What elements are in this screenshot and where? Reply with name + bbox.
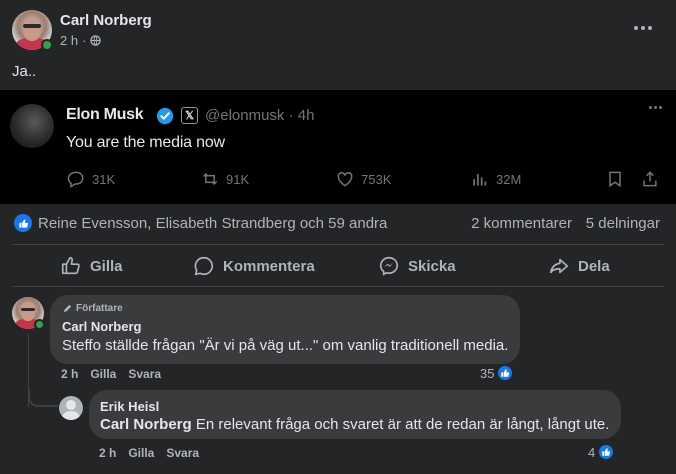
share-count[interactable]: 5 delningar	[586, 215, 660, 232]
bookmark-icon	[609, 171, 621, 188]
thumbs-up-icon	[61, 256, 80, 275]
share-upload-icon	[643, 171, 657, 187]
reply-icon	[67, 171, 84, 188]
tweet-avatar	[10, 104, 54, 148]
tweet-stats: 31K 91K 753K 32M	[66, 169, 660, 191]
like-button[interactable]: Gilla	[60, 248, 123, 284]
author-tag: Författare	[62, 303, 123, 314]
post-actions: Gilla Kommentera Skicka Dela	[12, 248, 664, 284]
share-arrow-icon	[549, 258, 569, 274]
views-chart-icon	[473, 174, 487, 186]
tweet-bookmark	[605, 169, 625, 189]
divider	[12, 244, 664, 245]
meta-separator: ·	[82, 33, 87, 48]
reply-like-link[interactable]: Gilla	[128, 446, 154, 460]
shared-tweet-image[interactable]: Elon Musk 𝕏 @elonmusk · 4h You are the m…	[0, 90, 676, 204]
like-reaction-icon	[496, 364, 515, 382]
reply-like-count[interactable]: 4	[588, 443, 616, 461]
comment-button[interactable]: Kommentera	[193, 248, 315, 284]
pen-icon	[63, 304, 72, 313]
messenger-icon	[379, 256, 399, 276]
tweet-more-icon	[649, 106, 662, 109]
post-meta: 2 h ·	[60, 33, 102, 48]
like-reaction-icon[interactable]	[14, 214, 32, 232]
reply-reply-link[interactable]: Svara	[166, 446, 199, 460]
globe-icon	[90, 35, 102, 46]
reply-meta: 2 h Gilla Svara	[99, 446, 199, 460]
more-options-icon[interactable]	[632, 18, 654, 38]
x-badge-icon: 𝕏	[181, 107, 198, 124]
comment-online-dot	[34, 319, 45, 330]
comment-icon	[194, 256, 213, 276]
reactions-summary: Reine Evensson, Elisabeth Strandberg och…	[14, 213, 660, 235]
comment-author-name[interactable]: Carl Norberg	[62, 319, 141, 334]
tweet-text: You are the media now	[66, 134, 225, 151]
tweet-reposts: 91K	[200, 169, 249, 189]
repost-icon	[202, 172, 218, 186]
reply-bubble: Erik Heisl Carl Norberg En relevant fråg…	[89, 390, 621, 439]
heart-icon	[337, 171, 353, 187]
reaction-names[interactable]: Reine Evensson, Elisabeth Strandberg och…	[38, 215, 387, 232]
post-text: Ja..	[12, 63, 37, 80]
divider	[12, 286, 664, 287]
comment-reply-link[interactable]: Svara	[128, 367, 161, 381]
reply-time[interactable]: 2 h	[99, 446, 116, 460]
online-status-dot	[41, 39, 53, 51]
tweet-replies: 31K	[66, 169, 115, 189]
like-reaction-icon	[597, 443, 616, 461]
comment-count[interactable]: 2 kommentarer	[471, 215, 572, 232]
reply-mention[interactable]: Carl Norberg	[100, 416, 192, 433]
post-time[interactable]: 2 h	[60, 33, 78, 48]
share-button[interactable]: Dela	[548, 248, 610, 284]
tweet-handle: @elonmusk · 4h	[205, 107, 315, 124]
tweet-author-name: Elon Musk	[66, 106, 144, 123]
comment-like-count[interactable]: 35	[480, 364, 515, 382]
send-button[interactable]: Skicka	[378, 248, 456, 284]
post-author-name[interactable]: Carl Norberg	[60, 12, 152, 29]
tweet-share	[640, 169, 660, 189]
comment-text: Steffo ställde frågan "Är vi på väg ut..…	[62, 337, 509, 354]
post-header: Carl Norberg 2 h ·	[12, 10, 676, 52]
verified-badge-icon	[156, 107, 174, 125]
comment-like-link[interactable]: Gilla	[90, 367, 116, 381]
comment-time[interactable]: 2 h	[61, 367, 78, 381]
comment-meta: 2 h Gilla Svara	[61, 367, 161, 381]
reply-author-avatar[interactable]	[59, 396, 83, 420]
tweet-likes: 753K	[335, 169, 391, 189]
thread-connector	[28, 390, 58, 407]
tweet-views: 32M	[470, 169, 521, 189]
reply-text: Carl Norberg En relevant fråga och svare…	[100, 416, 610, 433]
comment-bubble: Författare Carl Norberg Steffo ställde f…	[50, 295, 520, 364]
reply-author-name[interactable]: Erik Heisl	[100, 399, 159, 414]
